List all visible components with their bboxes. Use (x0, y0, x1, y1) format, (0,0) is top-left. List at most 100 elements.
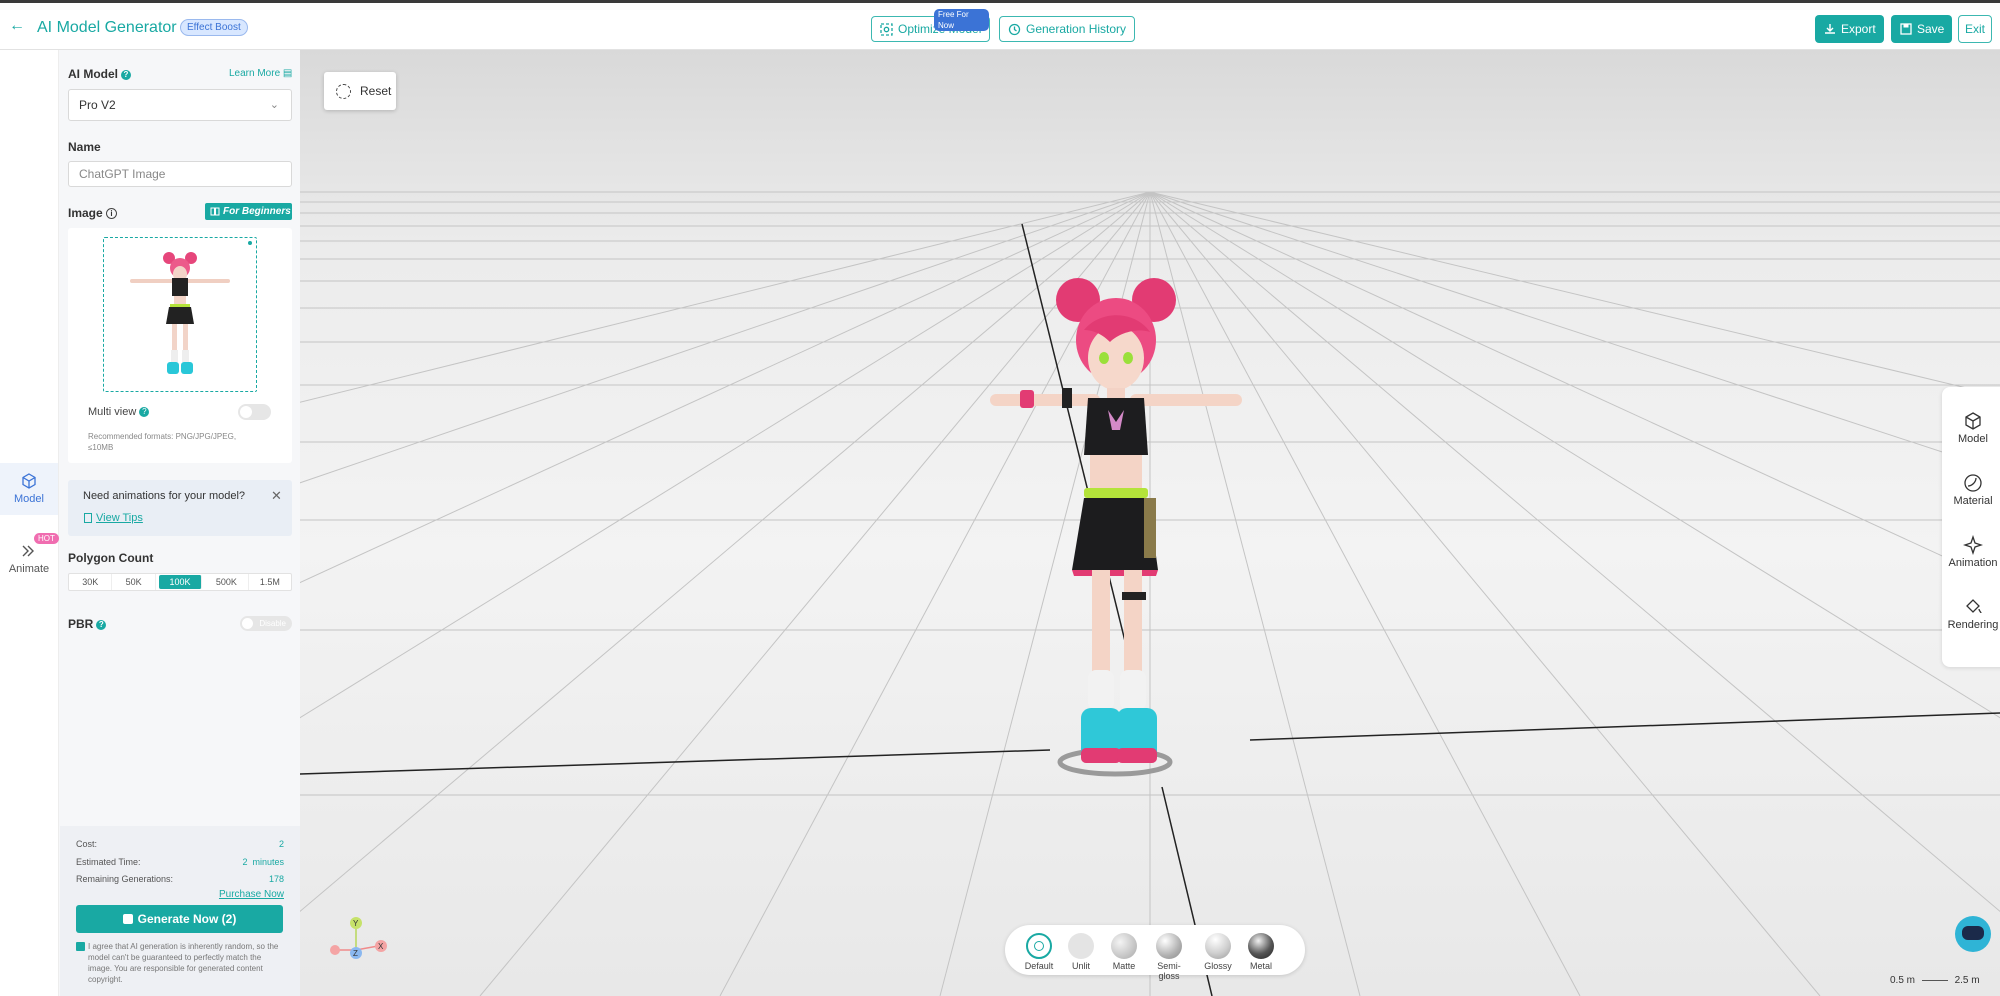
scale-small-label: 0.5 m (1890, 975, 1916, 986)
material-matte[interactable]: Matte (1104, 933, 1144, 971)
tool-rendering[interactable]: Rendering (1942, 591, 2000, 639)
image-dropzone[interactable] (103, 237, 257, 392)
axis-y-label: Y (353, 919, 359, 928)
image-heading: Image i (68, 206, 118, 220)
material-unlit[interactable]: Unlit (1061, 933, 1101, 971)
rail-animate-label: Animate (8, 563, 50, 575)
assistant-robot-icon[interactable] (1955, 916, 1991, 952)
polygon-option-30k[interactable]: 30K (69, 574, 113, 590)
name-input[interactable]: ChatGPT Image (68, 161, 292, 187)
reset-label: Reset (360, 84, 392, 98)
animation-prompt: Need animations for your model? (83, 490, 246, 502)
view-tips-link[interactable]: View Tips (84, 512, 143, 524)
polygon-option-1-5m[interactable]: 1.5M (249, 574, 291, 590)
tool-material-label: Material (1953, 495, 1993, 507)
polygon-option-50k[interactable]: 50K (112, 574, 156, 590)
material-default-label: Default (1024, 961, 1054, 971)
3d-viewport[interactable]: Reset Model Material Animation Rendering… (300, 50, 2000, 996)
sparkle-icon (1963, 535, 1983, 555)
generate-now-button[interactable]: Generate Now (2) (76, 905, 283, 933)
left-rail: Model HOT Animate (0, 50, 59, 996)
axis-x-label: X (378, 942, 384, 951)
rail-model-label: Model (14, 493, 44, 505)
generate-now-label: Generate Now (2) (137, 912, 237, 926)
back-arrow-icon[interactable]: ← (8, 17, 26, 35)
free-for-now-tag: Free For Now (934, 9, 990, 31)
scale-large-label: 2.5 m (1954, 975, 1980, 986)
estimated-time-value: 2 minutes (242, 857, 284, 867)
animation-tips-card: Need animations for your model? ✕ View T… (68, 480, 292, 536)
help-icon[interactable]: ? (121, 70, 131, 80)
multi-view-label: Multi view (88, 406, 137, 418)
tool-model-label: Model (1958, 433, 1988, 445)
learn-more-link[interactable]: Learn More ▤ (229, 68, 292, 79)
pbr-label: PBR (68, 617, 94, 631)
generation-history-button[interactable]: Generation History (999, 16, 1136, 42)
3d-character-model (990, 278, 1242, 777)
save-label: Save (1917, 22, 1945, 36)
top-bar: ← AI Model Generator Effect Boost Optimi… (0, 0, 2000, 50)
metal-material-ball (1248, 933, 1274, 959)
purchase-now-link[interactable]: Purchase Now (219, 889, 284, 900)
axis-gizmo[interactable]: Y X Z (318, 910, 388, 980)
info-icon[interactable]: i (106, 208, 118, 219)
exit-button[interactable]: Exit (1958, 15, 1993, 43)
remaining-generations-value: 178 (268, 874, 284, 884)
document-icon (84, 513, 92, 523)
cube-icon (22, 473, 36, 489)
learn-more-label: Learn More (229, 68, 281, 79)
tool-material[interactable]: Material (1942, 467, 2000, 515)
name-label: Name (68, 140, 101, 154)
estimated-time-row: Estimated Time: 2 minutes (76, 857, 284, 867)
multi-view-heading: Multi view? (88, 406, 150, 418)
save-icon (1900, 23, 1912, 35)
tool-animation[interactable]: Animation (1942, 529, 2000, 577)
agreement-checkbox[interactable] (76, 942, 85, 951)
ai-model-select[interactable]: Pro V2 ⌄ (68, 89, 292, 121)
for-beginners-label: For Beginners (223, 206, 291, 217)
save-button[interactable]: Save (1891, 15, 1953, 43)
optimize-model-button[interactable]: Optimize Model Free For Now (871, 9, 991, 42)
image-upload-card: Multi view? Recommended formats: PNG/JPG… (68, 228, 292, 463)
history-icon (1008, 23, 1021, 36)
scale-divider (1921, 980, 1948, 981)
hot-badge: HOT (34, 533, 59, 544)
material-semi-gloss[interactable]: Semi-gloss (1149, 933, 1189, 981)
ai-model-heading: AI Model? (68, 67, 131, 81)
effect-boost-badge: Effect Boost (180, 19, 248, 36)
semi-gloss-material-ball (1156, 933, 1182, 959)
remaining-generations-label: Remaining Generations: (76, 874, 174, 884)
close-icon[interactable]: ✕ (271, 488, 282, 504)
cost-label: Cost: (76, 839, 98, 849)
glossy-material-ball (1205, 933, 1231, 959)
axis-z-label: Z (353, 949, 358, 958)
material-glossy[interactable]: Glossy (1198, 933, 1238, 971)
export-button[interactable]: Export (1815, 15, 1884, 43)
rail-item-model[interactable]: Model (0, 463, 58, 515)
help-icon[interactable]: ? (96, 620, 107, 630)
rail-item-animate[interactable]: HOT Animate (0, 533, 59, 585)
tool-animation-label: Animation (1948, 557, 1998, 569)
polygon-option-500k[interactable]: 500K (205, 574, 249, 590)
animate-icon (22, 545, 34, 557)
remaining-generations-row: Remaining Generations: 178 (76, 874, 284, 884)
paint-bucket-icon (1966, 599, 1982, 614)
multi-view-toggle[interactable] (238, 404, 271, 420)
for-beginners-button[interactable]: For Beginners (205, 203, 292, 220)
pbr-toggle[interactable]: Disable (240, 616, 292, 631)
generation-footer: Cost: 2 Estimated Time: 2 minutes Remain… (60, 826, 300, 996)
compass-icon (1034, 941, 1044, 951)
cost-row: Cost: 2 (76, 839, 284, 849)
material-default[interactable]: Default (1019, 933, 1059, 971)
pbr-heading: PBR? (68, 617, 107, 631)
help-icon[interactable]: ? (139, 407, 150, 417)
reset-view-button[interactable]: Reset (324, 72, 396, 110)
tool-model[interactable]: Model (1942, 405, 2000, 453)
tool-rendering-label: Rendering (1947, 619, 1999, 631)
matte-material-ball (1111, 933, 1137, 959)
polygon-option-100k[interactable]: 100K (158, 575, 203, 589)
material-metal[interactable]: Metal (1241, 933, 1281, 971)
ai-model-value: Pro V2 (79, 98, 116, 112)
default-material-ball (1026, 933, 1052, 959)
scale-indicator: 0.5 m 2.5 m (1890, 975, 1980, 986)
